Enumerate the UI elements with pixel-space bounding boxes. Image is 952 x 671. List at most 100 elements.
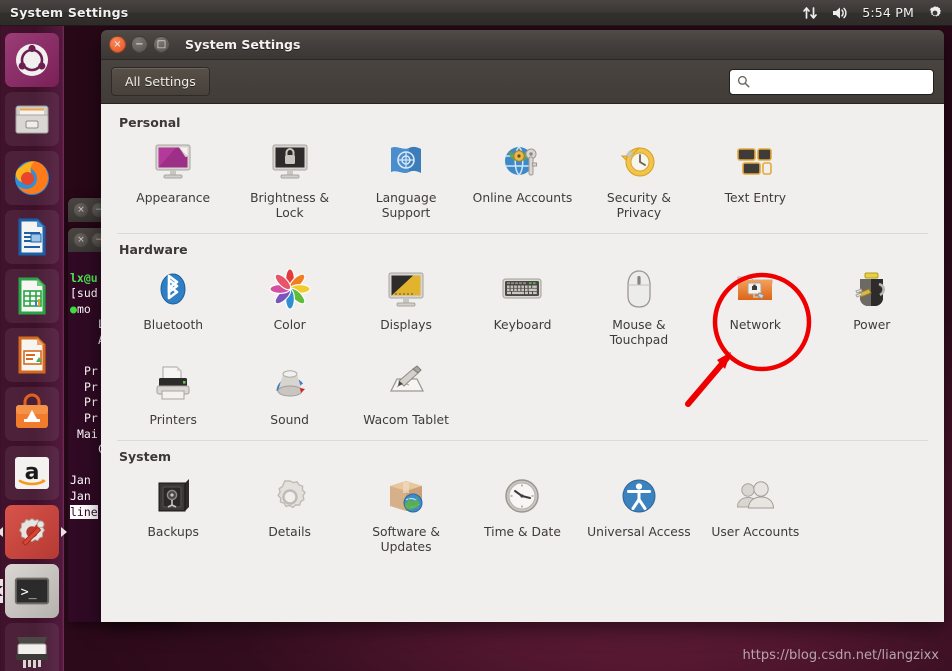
settings-tile-brightness-lock[interactable]: Brightness & Lock (231, 134, 347, 225)
tile-label: Backups (147, 525, 199, 539)
terminal-line: Pr (84, 379, 98, 394)
libreoffice-writer-icon (18, 218, 46, 256)
svg-text:>_: >_ (21, 585, 38, 600)
settings-tile-backups[interactable]: Backups (115, 468, 231, 559)
search-box[interactable] (729, 68, 934, 95)
settings-tile-online-accounts[interactable]: Online Accounts (464, 134, 580, 225)
launcher-item-ubuntu-dash[interactable] (5, 33, 59, 87)
window-titlebar[interactable]: × − □ System Settings (101, 30, 944, 60)
section-title-system: System (119, 449, 172, 464)
settings-tile-appearance[interactable]: Appearance (115, 134, 231, 225)
unity-launcher[interactable]: a >_ (0, 26, 64, 671)
brightness-lock-icon (266, 138, 314, 186)
status-dot-icon: ● (70, 301, 77, 316)
settings-tile-power[interactable]: Power (814, 261, 930, 352)
security-privacy-icon (615, 138, 663, 186)
details-icon (266, 472, 314, 520)
tile-label: Wacom Tablet (363, 413, 449, 427)
close-icon[interactable]: × (109, 36, 126, 53)
launcher-item-libreoffice-calc[interactable] (5, 269, 59, 323)
settings-tile-details[interactable]: Details (231, 468, 347, 559)
launcher-item-terminal[interactable]: >_ (5, 564, 59, 618)
panel-app-title[interactable]: System Settings (10, 5, 128, 20)
printer-shredder-icon (16, 637, 48, 668)
system-settings-window[interactable]: × − □ System Settings All Settings Perso… (101, 30, 944, 622)
terminal-line: Jan (70, 488, 91, 503)
software-updates-icon (382, 472, 430, 520)
search-icon (737, 75, 750, 88)
settings-tile-time-date[interactable]: Time & Date (464, 468, 580, 559)
settings-tile-user-accounts[interactable]: User Accounts (697, 468, 813, 559)
search-input[interactable] (756, 74, 926, 89)
online-accounts-icon (498, 138, 546, 186)
maximize-icon[interactable]: □ (153, 36, 170, 53)
settings-tile-software-updates[interactable]: Software & Updates (348, 468, 464, 559)
settings-tile-network[interactable]: Network (697, 261, 813, 352)
grid-spacer (814, 468, 930, 559)
terminal-line: Pr (84, 410, 98, 425)
ubuntu-dash-icon (16, 44, 48, 76)
displays-icon (382, 265, 430, 313)
grid-spacer (814, 134, 930, 225)
all-settings-button[interactable]: All Settings (111, 67, 210, 96)
minimize-icon[interactable]: − (131, 36, 148, 53)
settings-tile-security-privacy[interactable]: Security & Privacy (581, 134, 697, 225)
files-icon (15, 105, 49, 134)
window-toolbar[interactable]: All Settings (101, 60, 944, 104)
volume-icon[interactable] (831, 0, 849, 26)
universal-access-icon (615, 472, 663, 520)
settings-tile-color[interactable]: Color (231, 261, 347, 352)
network-updown-icon[interactable] (802, 0, 818, 26)
settings-tile-bluetooth[interactable]: Bluetooth (115, 261, 231, 352)
launcher-item-printer-shredder[interactable] (5, 623, 59, 671)
mouse-touchpad-icon (615, 265, 663, 313)
settings-tile-printers[interactable]: Printers (115, 356, 231, 432)
ubuntu-software-icon (16, 393, 48, 428)
settings-tile-universal-access[interactable]: Universal Access (581, 468, 697, 559)
settings-tile-displays[interactable]: Displays (348, 261, 464, 352)
window-title: System Settings (185, 37, 301, 52)
terminal-line: Jan (70, 473, 91, 488)
tile-label: Time & Date (484, 525, 561, 539)
launcher-item-libreoffice-writer[interactable] (5, 210, 59, 264)
tile-label: Printers (149, 413, 197, 427)
time-date-icon (498, 472, 546, 520)
settings-tile-sound[interactable]: Sound (231, 356, 347, 432)
launcher-item-system-settings[interactable] (5, 505, 59, 559)
network-icon (731, 265, 779, 313)
terminal-line: Pr (84, 395, 98, 410)
top-panel[interactable]: System Settings 5:54 PM (0, 0, 952, 26)
launcher-item-libreoffice-impress[interactable] (5, 328, 59, 382)
panel-clock[interactable]: 5:54 PM (862, 5, 914, 20)
user-accounts-icon (731, 472, 779, 520)
section-divider (117, 233, 928, 234)
terminal-line: A (70, 333, 105, 347)
tile-label: Displays (380, 318, 432, 332)
system-settings-icon (19, 518, 45, 547)
launcher-item-firefox[interactable] (5, 151, 59, 205)
backups-icon (149, 472, 197, 520)
tile-label: Power (853, 318, 891, 332)
terminal-line: Mai (77, 426, 98, 441)
tile-label: Online Accounts (472, 191, 573, 205)
section-system: System Backups Details Software & Update… (115, 449, 930, 559)
appearance-icon (149, 138, 197, 186)
close-icon[interactable]: × (74, 233, 88, 247)
settings-tile-wacom-tablet[interactable]: Wacom Tablet (348, 356, 464, 432)
gear-icon[interactable] (927, 0, 943, 26)
settings-tile-text-entry[interactable]: Text Entry (697, 134, 813, 225)
launcher-item-amazon[interactable]: a (5, 446, 59, 500)
launcher-item-ubuntu-software[interactable] (5, 387, 59, 441)
tile-label: Appearance (136, 191, 211, 205)
wacom-tablet-icon (382, 360, 430, 408)
tile-label: Details (268, 525, 311, 539)
settings-tile-mouse-touchpad[interactable]: Mouse & Touchpad (581, 261, 697, 352)
close-icon[interactable]: × (74, 203, 88, 217)
settings-tile-keyboard[interactable]: Keyboard (464, 261, 580, 352)
panel-indicators[interactable]: 5:54 PM (802, 0, 952, 26)
settings-tile-language-support[interactable]: Language Support (348, 134, 464, 225)
firefox-icon (15, 161, 49, 195)
tile-label: User Accounts (711, 525, 800, 539)
tile-label: Software & Updates (372, 525, 440, 554)
launcher-item-files[interactable] (5, 92, 59, 146)
